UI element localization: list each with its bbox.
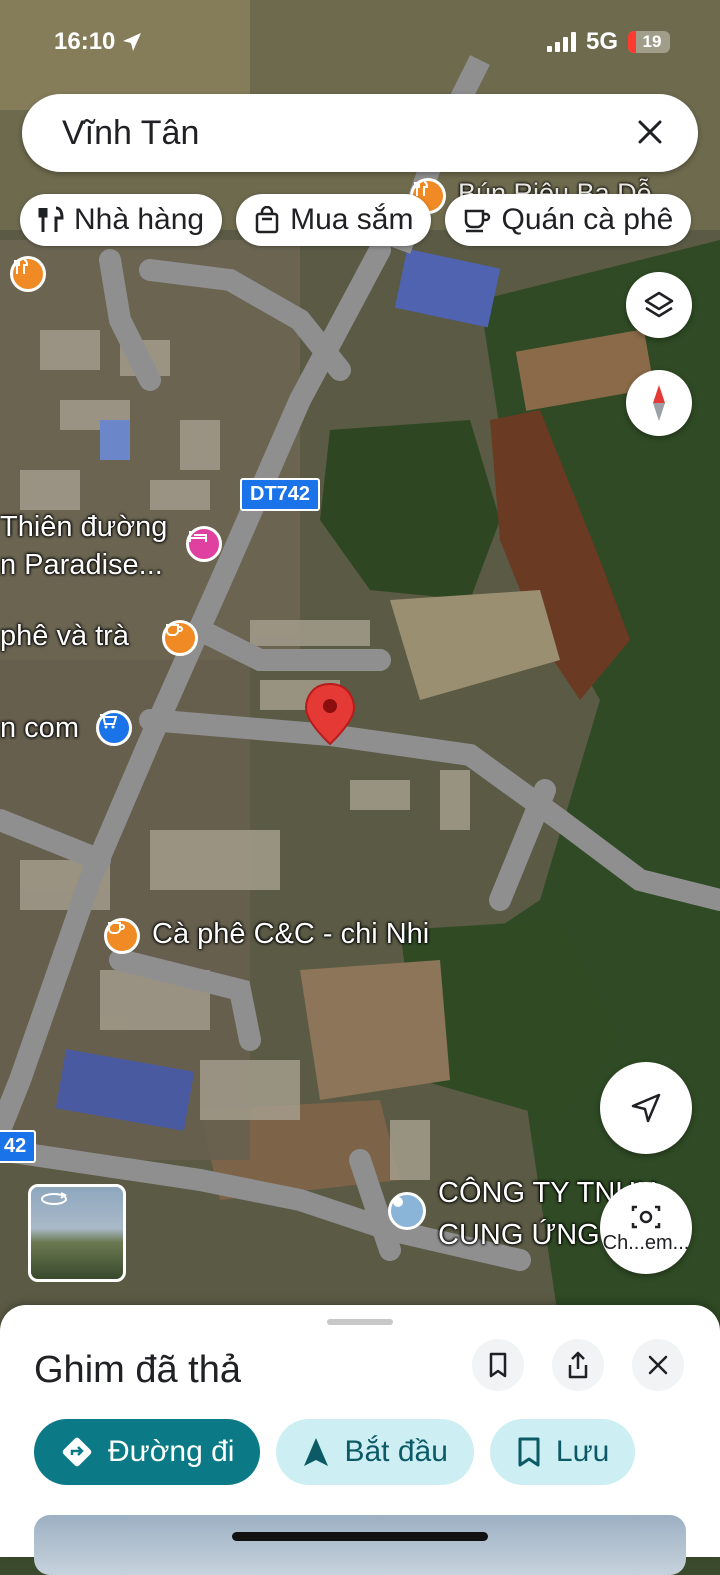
rotate-360-icon <box>41 1192 67 1205</box>
bookmark-icon <box>489 1352 507 1378</box>
fork-knife-icon <box>14 259 29 274</box>
lens-button[interactable]: Ch...em... <box>600 1182 692 1274</box>
action-label: Lưu <box>555 1435 610 1468</box>
drag-handle[interactable] <box>327 1319 393 1325</box>
place-map-pin[interactable] <box>388 1192 426 1230</box>
bed-icon <box>189 531 207 542</box>
search-query[interactable]: Vĩnh Tân <box>62 114 199 153</box>
restaurant-map-pin-left[interactable] <box>10 256 46 292</box>
home-indicator[interactable] <box>232 1532 488 1541</box>
place-bottom-sheet[interactable]: Ghim đã thả Đường đi Bắt đầu Lưu <box>0 1305 720 1575</box>
coffee-icon <box>465 209 491 233</box>
place-label-cafe-tea[interactable]: phê và trà <box>0 620 129 653</box>
location-arrow-icon <box>123 33 142 51</box>
battery-level: 19 <box>642 32 662 51</box>
place-photo[interactable] <box>34 1515 686 1575</box>
road-shield-42: 42 <box>0 1130 37 1163</box>
place-label-com[interactable]: n com <box>0 712 79 745</box>
chip-restaurants[interactable]: Nhà hàng <box>20 194 223 246</box>
directions-icon <box>62 1437 92 1467</box>
shopping-bag-icon <box>255 206 279 234</box>
battery-icon: 19 <box>628 31 670 53</box>
signal-icon <box>546 32 576 52</box>
status-bar: 16:10 5G 19 <box>0 24 720 60</box>
place-label-cafe-cc[interactable]: Cà phê C&C - chi Nhi <box>152 918 429 951</box>
place-label-paradise[interactable]: Thiên đường n Paradise... <box>0 508 167 584</box>
save-button[interactable]: Lưu <box>489 1419 636 1485</box>
clear-search-icon[interactable] <box>628 110 672 154</box>
bookmark-icon <box>518 1437 540 1467</box>
hotel-map-pin[interactable] <box>186 526 222 562</box>
cafe-map-pin-cc[interactable] <box>104 918 140 954</box>
share-icon <box>568 1351 588 1379</box>
start-button[interactable]: Bắt đầu <box>276 1419 474 1485</box>
chip-coffee[interactable]: Quán cà phê <box>445 194 692 246</box>
save-icon-button[interactable] <box>472 1339 524 1391</box>
cart-icon <box>100 714 117 729</box>
compass-icon <box>653 385 665 421</box>
status-time: 16:10 <box>54 28 116 55</box>
status-time-group: 16:10 <box>54 28 143 56</box>
lens-label: Ch...em... <box>602 1231 690 1254</box>
road-shield-dt742: DT742 <box>240 478 321 511</box>
action-label: Bắt đầu <box>344 1435 448 1468</box>
status-indicators: 5G 19 <box>546 28 670 56</box>
my-location-button[interactable] <box>600 1062 692 1154</box>
layers-button[interactable] <box>626 272 692 338</box>
chip-shopping[interactable]: Mua sắm <box>236 194 432 246</box>
camera-lens-icon <box>631 1205 661 1228</box>
search-bar[interactable]: Vĩnh Tân <box>22 94 698 172</box>
close-icon <box>648 1355 668 1375</box>
restaurant-icon <box>38 206 64 232</box>
network-type: 5G <box>585 28 618 55</box>
directions-button[interactable]: Đường đi <box>34 1419 261 1485</box>
layers-icon <box>644 291 674 318</box>
sheet-title: Ghim đã thả <box>34 1349 241 1391</box>
chip-label: Quán cà phê <box>501 203 674 236</box>
location-dot-icon <box>393 1197 403 1207</box>
share-button[interactable] <box>552 1339 604 1391</box>
cafe-map-pin[interactable] <box>162 620 198 656</box>
compass-button[interactable] <box>626 370 692 436</box>
street-view-thumbnail[interactable] <box>28 1184 126 1282</box>
close-sheet-button[interactable] <box>632 1339 684 1391</box>
shopping-map-pin[interactable] <box>96 710 132 746</box>
navigation-arrow-icon <box>304 1438 329 1466</box>
coffee-cup-icon <box>108 922 125 934</box>
navigation-arrow-icon <box>631 1093 661 1123</box>
chip-label: Nhà hàng <box>74 203 205 236</box>
coffee-cup-icon <box>166 624 183 636</box>
action-label: Đường đi <box>108 1435 235 1468</box>
action-buttons: Đường đi Bắt đầu Lưu <box>34 1419 636 1485</box>
chip-label: Mua sắm <box>290 203 414 236</box>
category-chips: Nhà hàng Mua sắm Quán cà phê <box>20 194 692 246</box>
